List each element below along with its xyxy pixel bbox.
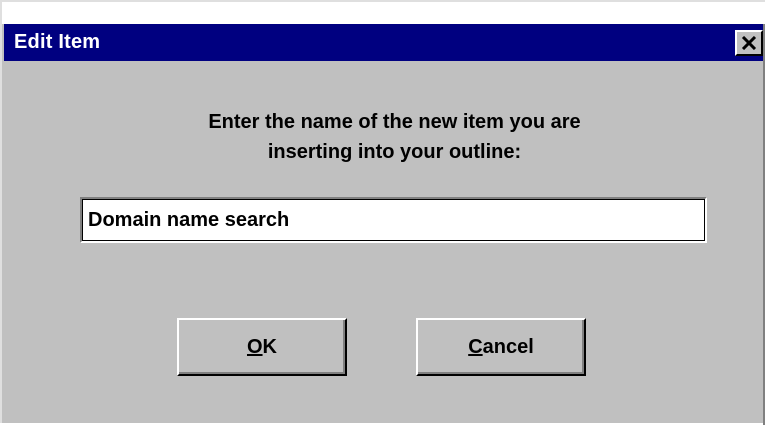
title-bar[interactable]: Edit Item [4,24,765,61]
prompt-text: Enter the name of the new item you are i… [2,107,765,167]
cancel-button[interactable]: Cancel [416,318,586,376]
item-name-input[interactable]: Domain name search [80,197,707,243]
ok-mnemonic: O [246,335,263,358]
ok-button[interactable]: OK [177,318,347,376]
close-icon [741,36,757,50]
cancel-label-rest: ancel [482,335,534,358]
close-button[interactable] [735,30,763,56]
window-title: Edit Item [14,31,101,53]
cancel-mnemonic: C [468,335,483,358]
prompt-line-2: inserting into your outline: [267,141,522,163]
ok-label-rest: K [262,335,277,358]
prompt-line-1: Enter the name of the new item you are [208,111,581,133]
window-frame-top [2,2,765,24]
edit-item-dialog: Edit Item Enter the name of the new item… [0,0,765,425]
